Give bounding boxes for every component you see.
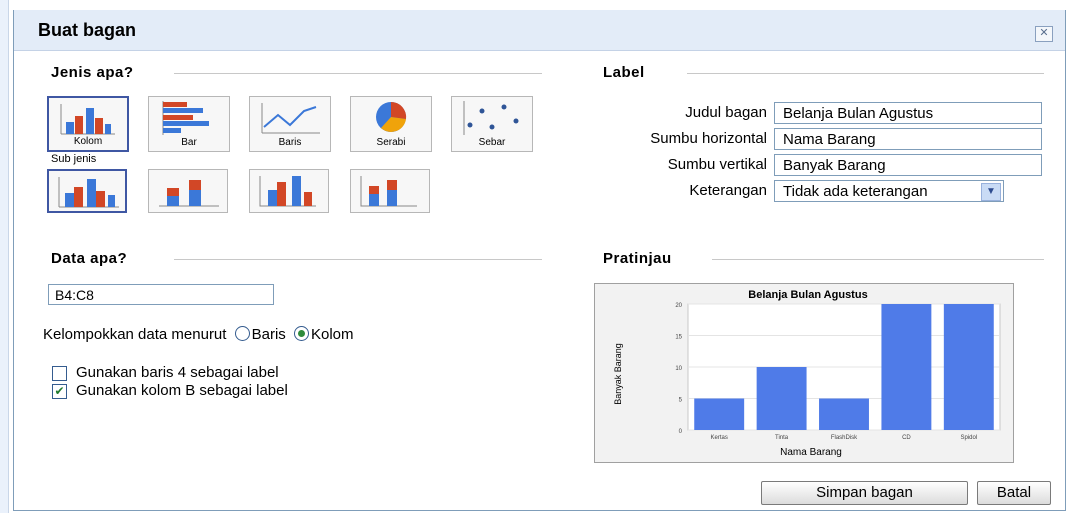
group-by-label: Kelompokkan data menurut — [43, 326, 227, 343]
y-tick-label: 20 — [675, 303, 682, 309]
bar — [819, 398, 869, 430]
vaxis-label: Sumbu vertikal — [667, 156, 767, 173]
preview-x-axis-label: Nama Barang — [780, 447, 842, 458]
subtype-heading: Sub jenis — [51, 153, 97, 165]
subtype-column-clustered[interactable] — [47, 169, 127, 213]
bar — [694, 398, 745, 430]
bar — [756, 367, 807, 430]
divider — [712, 259, 1044, 260]
chart-title-input[interactable]: Belanja Bulan Agustus — [774, 102, 1042, 124]
data-range-input[interactable]: B4:C8 — [48, 284, 274, 305]
group-by-column-label[interactable]: Kolom — [311, 326, 354, 343]
bar-chart-icon — [162, 101, 209, 135]
label-heading: Label — [603, 64, 645, 81]
subtype-column-stacked[interactable] — [148, 169, 228, 213]
chart-type-line[interactable]: Baris — [249, 96, 331, 152]
preview-heading: Pratinjau — [603, 250, 672, 267]
chart-type-heading: Jenis apa? — [51, 64, 134, 81]
divider — [687, 73, 1044, 74]
vaxis-input[interactable]: Banyak Barang — [774, 154, 1042, 176]
column-chart-icon — [60, 104, 115, 135]
group-by-row: Kelompokkan data menurut Baris Kolom — [43, 326, 354, 343]
close-icon[interactable]: ✕ — [1035, 26, 1053, 42]
chart-preview: Belanja Bulan Agustus Nama Barang Banyak… — [594, 283, 1014, 463]
y-tick-label: 5 — [679, 398, 683, 404]
y-tick-label: 10 — [675, 366, 682, 372]
x-tick-label: Spidol — [960, 435, 977, 441]
haxis-label: Sumbu horizontal — [650, 130, 767, 147]
use-col-label-text[interactable]: Gunakan kolom B sebagai label — [76, 382, 288, 399]
group-by-row-label[interactable]: Baris — [252, 326, 286, 343]
preview-chart: Belanja Bulan Agustus Nama Barang Banyak… — [613, 289, 1001, 458]
data-heading: Data apa? — [51, 250, 128, 267]
chart-type-label: Baris — [278, 137, 302, 148]
preview-y-axis-label: Banyak Barang — [613, 343, 623, 405]
subtype-column-3d[interactable] — [249, 169, 329, 213]
chart-title-label: Judul bagan — [685, 104, 767, 121]
divider — [174, 259, 542, 260]
legend-label: Keterangan — [689, 182, 767, 199]
chart-type-label: Serabi — [376, 137, 406, 148]
group-by-column-radio[interactable] — [293, 326, 309, 341]
scatter-chart-icon — [463, 101, 519, 135]
use-col-label-checkbox[interactable]: ✔ — [52, 384, 67, 399]
stacked-column-icon — [159, 180, 219, 207]
clustered-column-icon — [58, 177, 119, 208]
chart-type-label: Bar — [181, 137, 197, 148]
x-tick-label: Tinta — [775, 435, 789, 441]
chart-type-label: Sebar — [478, 137, 506, 148]
chart-dialog: Buat bagan ✕ Jenis apa? Kolom Bar Baris — [13, 10, 1066, 511]
chart-type-column[interactable]: Kolom — [47, 96, 129, 152]
bar — [943, 304, 994, 430]
dialog-title: Buat bagan — [38, 20, 137, 40]
stacked-column-3d-icon — [360, 176, 417, 207]
preview-chart-title: Belanja Bulan Agustus — [748, 289, 867, 301]
chart-type-pie[interactable]: Serabi — [350, 96, 432, 152]
subtype-column-stacked-3d[interactable] — [350, 169, 430, 213]
divider — [174, 73, 542, 74]
save-chart-button[interactable]: Simpan bagan — [761, 481, 968, 505]
chart-type-scatter[interactable]: Sebar — [451, 96, 533, 152]
y-tick-label: 0 — [679, 429, 683, 435]
pie-chart-icon — [376, 101, 407, 132]
line-chart-icon — [261, 103, 320, 134]
dialog-titlebar: Buat bagan ✕ — [14, 10, 1065, 51]
use-row-label-checkbox[interactable] — [52, 366, 67, 381]
chart-type-label: Kolom — [73, 136, 103, 147]
y-tick-label: 15 — [675, 335, 682, 341]
column-3d-icon — [259, 176, 316, 207]
page-left-edge — [0, 0, 9, 513]
group-by-row-radio[interactable] — [234, 326, 250, 341]
x-tick-label: CD — [902, 435, 911, 441]
use-row-label-text[interactable]: Gunakan baris 4 sebagai label — [76, 364, 279, 381]
x-tick-label: FlashDisk — [831, 435, 858, 441]
legend-select-value: Tidak ada keterangan — [783, 183, 928, 200]
chart-type-bar[interactable]: Bar — [148, 96, 230, 152]
legend-select[interactable]: Tidak ada keterangan ▼ — [774, 180, 1004, 202]
x-tick-label: Kertas — [711, 435, 728, 441]
chevron-down-icon[interactable]: ▼ — [981, 183, 1001, 201]
haxis-input[interactable]: Nama Barang — [774, 128, 1042, 150]
cancel-button[interactable]: Batal — [977, 481, 1051, 505]
bar — [881, 304, 932, 430]
